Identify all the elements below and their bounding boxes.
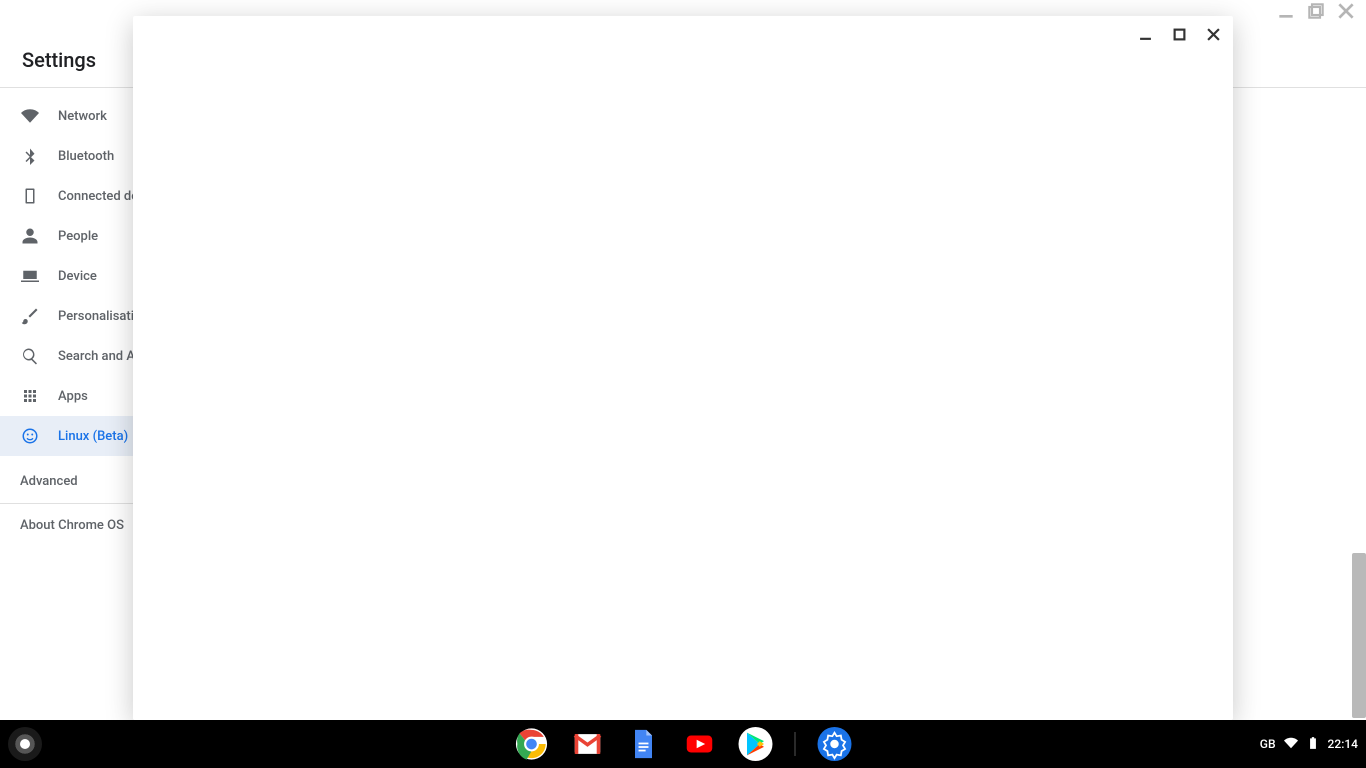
linux-icon [20,426,40,446]
sidebar-item-label: Linux (Beta) [58,429,128,444]
app-chrome[interactable] [515,727,549,761]
popup-window-controls [1135,24,1223,44]
shelf: GB 22:14 [0,720,1366,768]
popup-window [133,16,1233,720]
search-icon [20,346,40,366]
wifi-icon [20,106,40,126]
sidebar-item-label: Bluetooth [58,149,114,164]
launcher-button[interactable] [8,727,42,761]
wifi-status-icon [1284,736,1298,753]
minimize-icon[interactable] [1135,24,1155,44]
bluetooth-icon [20,146,40,166]
status-tray[interactable]: GB 22:14 [1260,736,1358,753]
bg-restore-icon[interactable] [1308,3,1324,19]
sidebar-item-label: Device [58,269,97,284]
keyboard-layout: GB [1260,737,1276,751]
shelf-divider [795,732,796,756]
sidebar-item-label: Network [58,109,107,124]
app-docs[interactable] [627,727,661,761]
brush-icon [20,306,40,326]
app-play-store[interactable] [739,727,773,761]
launcher-dot-icon [20,739,30,749]
close-icon[interactable] [1203,24,1223,44]
app-settings[interactable] [818,727,852,761]
phone-icon [20,186,40,206]
app-youtube[interactable] [683,727,717,761]
laptop-icon [20,266,40,286]
maximize-icon[interactable] [1169,24,1189,44]
sidebar-item-label: People [58,229,98,244]
settings-title: Settings [22,48,96,72]
bg-minimize-icon[interactable] [1278,3,1294,19]
shelf-apps [515,727,852,761]
app-gmail[interactable] [571,727,605,761]
person-icon [20,226,40,246]
scrollbar-thumb[interactable] [1352,553,1366,718]
battery-status-icon [1306,736,1320,753]
apps-grid-icon [20,386,40,406]
clock: 22:14 [1328,737,1358,751]
sidebar-item-label: Apps [58,389,88,404]
bg-close-icon[interactable] [1338,3,1354,19]
